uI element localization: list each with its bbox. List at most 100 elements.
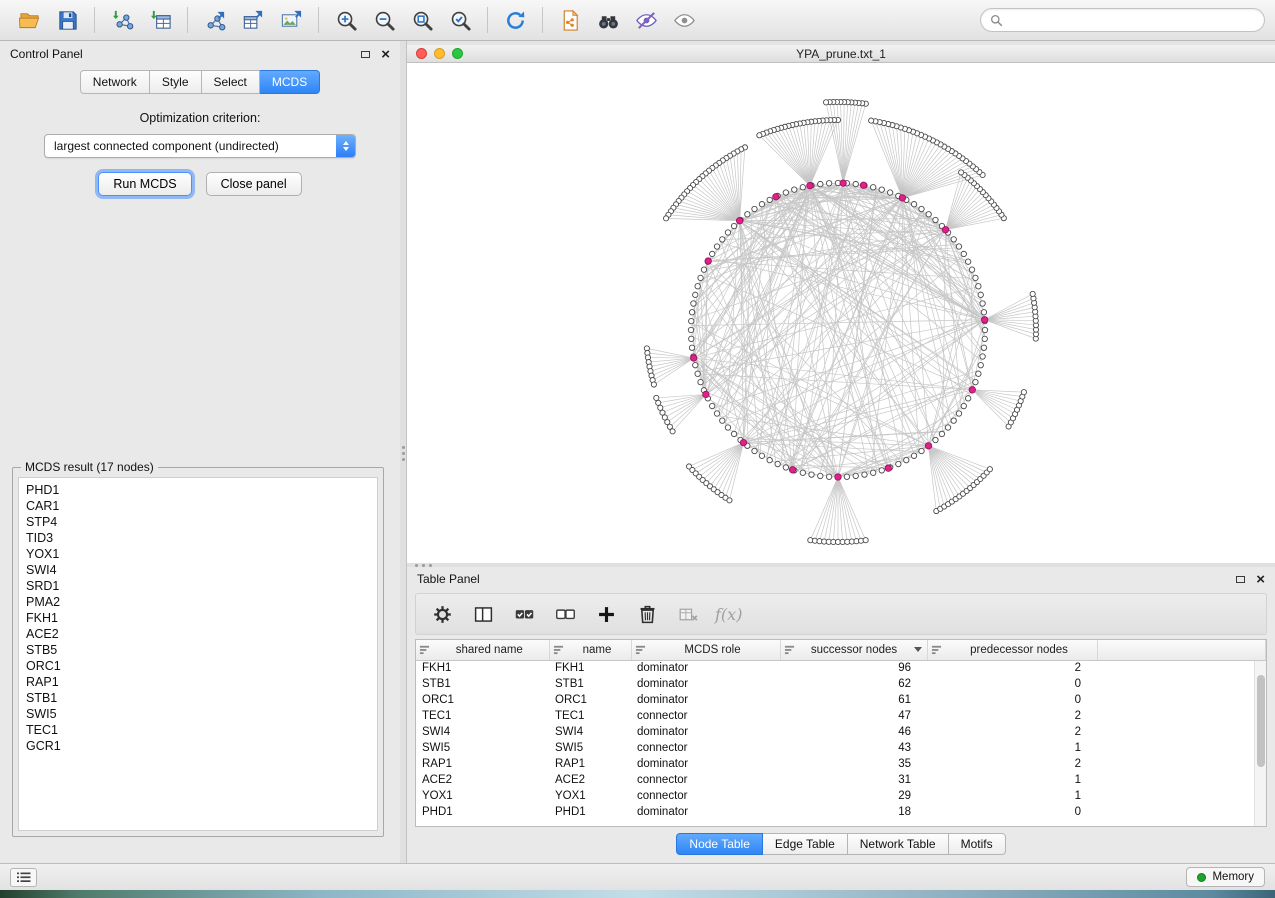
network-node[interactable] [879,187,884,192]
dropdown-stepper-icon[interactable] [336,135,355,157]
network-node[interactable] [745,212,750,217]
zoom-fit-button[interactable] [404,4,440,36]
network-node[interactable] [698,379,703,384]
network-node[interactable] [956,244,961,249]
network-hub-node[interactable] [835,474,841,480]
zoom-selected-button[interactable] [442,4,478,36]
network-node[interactable] [933,217,938,222]
network-node[interactable] [775,461,780,466]
network-node[interactable] [1021,390,1026,395]
tab-style[interactable]: Style [150,70,202,94]
network-node[interactable] [670,429,675,434]
export-image-button[interactable] [273,4,309,36]
deselect-all-button[interactable] [551,600,579,628]
network-node[interactable] [720,237,725,242]
network-node[interactable] [951,418,956,423]
network-node[interactable] [982,327,987,332]
network-node[interactable] [767,197,772,202]
network-hub-node[interactable] [740,439,746,445]
delete-table-button[interactable] [674,600,702,628]
mcds-result-item[interactable]: SRD1 [19,578,377,594]
network-node[interactable] [956,411,961,416]
network-node[interactable] [698,275,703,280]
mcds-result-item[interactable]: TID3 [19,530,377,546]
column-header-predecessor-nodes[interactable]: predecessor nodes [927,640,1097,660]
mcds-result-item[interactable]: YOX1 [19,546,377,562]
tab-motifs[interactable]: Motifs [949,833,1006,855]
network-node[interactable] [945,425,950,430]
network-node[interactable] [887,190,892,195]
scrollbar-thumb[interactable] [1257,675,1265,767]
network-node[interactable] [976,371,981,376]
network-hub-node[interactable] [807,183,813,189]
network-node[interactable] [879,468,884,473]
network-hub-node[interactable] [736,218,742,224]
mcds-result-item[interactable]: SWI5 [19,706,377,722]
network-node[interactable] [731,223,736,228]
network-node[interactable] [800,185,805,190]
network-node[interactable] [973,379,978,384]
network-hub-node[interactable] [942,227,948,233]
table-mode-button[interactable] [428,600,456,628]
network-window-titlebar[interactable]: YPA_prune.txt_1 [407,45,1275,63]
network-node[interactable] [933,437,938,442]
network-hub-node[interactable] [703,391,709,397]
network-node[interactable] [757,133,762,138]
network-node[interactable] [800,470,805,475]
window-minimize-icon[interactable] [434,48,445,59]
mcds-result-item[interactable]: STB5 [19,642,377,658]
network-hub-node[interactable] [691,355,697,361]
tab-network[interactable]: Network [80,70,150,94]
open-session-button[interactable] [11,4,47,36]
run-mcds-button[interactable]: Run MCDS [98,172,191,196]
network-node[interactable] [818,473,823,478]
column-header-shared-name[interactable]: shared name [416,640,549,660]
network-hub-node[interactable] [860,182,866,188]
mcds-result-item[interactable]: GCR1 [19,738,377,754]
mcds-result-item[interactable]: ACE2 [19,626,377,642]
network-hub-node[interactable] [885,465,891,471]
mcds-result-item[interactable]: CAR1 [19,498,377,514]
network-node[interactable] [863,538,868,543]
mcds-result-item[interactable]: FKH1 [19,610,377,626]
network-hub-node[interactable] [789,467,795,473]
network-node[interactable] [965,259,970,264]
network-node[interactable] [980,354,985,359]
network-node[interactable] [939,431,944,436]
network-node[interactable] [973,275,978,280]
network-node[interactable] [731,431,736,436]
network-node[interactable] [844,474,849,479]
zoom-out-button[interactable] [366,4,402,36]
mcds-result-item[interactable]: STP4 [19,514,377,530]
mcds-result-item[interactable]: SWI4 [19,562,377,578]
table-row[interactable]: FKH1FKH1dominator962 [416,660,1266,676]
hide-elements-button[interactable] [628,4,664,36]
network-node[interactable] [823,100,828,105]
tab-mcds[interactable]: MCDS [260,70,320,94]
table-scrollbar[interactable] [1254,661,1266,826]
network-node[interactable] [1030,291,1035,296]
close-panel-button[interactable]: Close panel [206,172,302,196]
tab-network-table[interactable]: Network Table [848,833,949,855]
network-node[interactable] [651,382,656,387]
network-node[interactable] [695,371,700,376]
network-node[interactable] [976,284,981,289]
window-close-icon[interactable] [416,48,427,59]
share-document-button[interactable] [552,4,588,36]
network-node[interactable] [714,244,719,249]
network-node[interactable] [818,181,823,186]
network-node[interactable] [951,237,956,242]
table-row[interactable]: ACE2ACE2connector311 [416,772,1266,788]
network-node[interactable] [759,453,764,458]
mcds-result-item[interactable]: PMA2 [19,594,377,610]
network-node[interactable] [980,301,985,306]
network-node[interactable] [689,336,694,341]
table-row[interactable]: TEC1TEC1connector472 [416,708,1266,724]
network-hub-node[interactable] [969,387,975,393]
network-node[interactable] [981,310,986,315]
network-node[interactable] [965,396,970,401]
mcds-result-item[interactable]: TEC1 [19,722,377,738]
create-column-button[interactable] [592,600,620,628]
network-node[interactable] [720,418,725,423]
network-node[interactable] [978,292,983,297]
